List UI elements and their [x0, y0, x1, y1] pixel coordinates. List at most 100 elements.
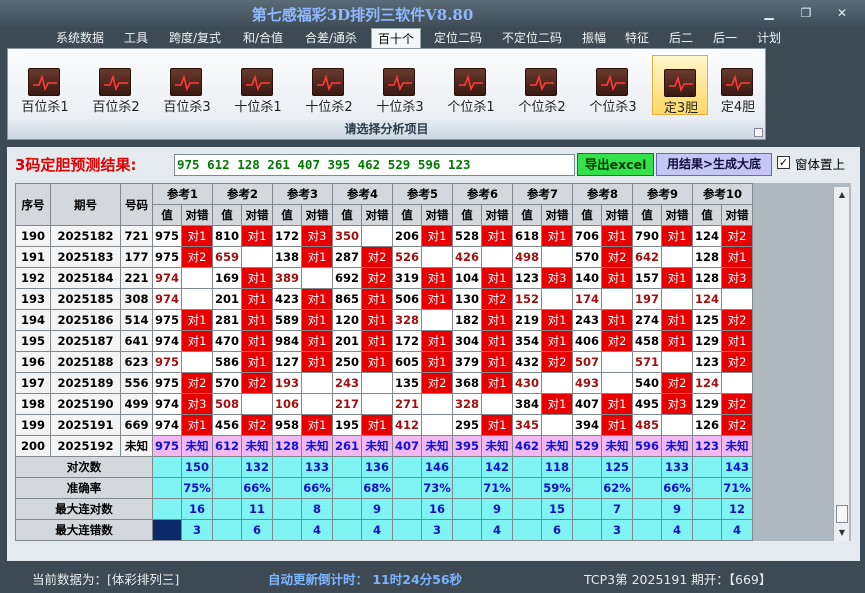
scroll-down-icon[interactable]: ▼ [834, 525, 850, 541]
menu-system-data[interactable]: 系统数据 [50, 28, 110, 48]
scroll-up-icon[interactable]: ▲ [834, 187, 850, 203]
result-cell [301, 372, 333, 394]
pending-row[interactable]: 200 2025192 未知 975 未知 612 未知 128 未知 261 未知 407 未知 395… [15, 435, 753, 457]
menu-amplitude[interactable]: 振幅 [576, 28, 612, 48]
result-cell: 未知 [601, 435, 633, 457]
row-seq: 194 [15, 309, 51, 331]
result-field[interactable]: 975 612 128 261 407 395 462 529 596 123 [174, 154, 575, 176]
value-cell: 197 [632, 288, 662, 310]
stat-spacer [392, 498, 422, 520]
value-cell: 407 [392, 435, 422, 457]
menu-back-one[interactable]: 后一 [707, 28, 743, 48]
result-cell: 对1 [481, 267, 513, 289]
minimize-icon[interactable]: ▁ [758, 4, 780, 22]
result-cell: 对1 [601, 414, 633, 436]
menu-nonpos-two[interactable]: 不定位二码 [495, 28, 569, 48]
ribbon-button[interactable]: 百位杀3 [159, 55, 215, 115]
restore-icon[interactable]: ❐ [795, 4, 817, 22]
col-correct: 对错 [661, 204, 693, 226]
table-row[interactable]: 195 2025187 641 974 对1 470 对1 984 对1 201 对1 172 对1 30… [15, 330, 753, 352]
value-cell: 529 [572, 435, 602, 457]
ribbon-button[interactable]: 十位杀1 [230, 55, 286, 115]
stat-spacer [512, 519, 542, 541]
result-cell: 未知 [661, 435, 693, 457]
chart-icon [596, 68, 628, 96]
result-cell: 对1 [241, 267, 273, 289]
ribbon-button-label: 个位杀1 [447, 100, 495, 115]
stat-spacer [332, 498, 362, 520]
result-cell [721, 288, 753, 310]
table-row[interactable]: 190 2025182 721 975 对1 810 对1 172 对3 350 206 对1 528 对… [15, 225, 753, 247]
row-seq: 200 [15, 435, 51, 457]
ribbon-button[interactable]: 十位杀2 [301, 55, 357, 115]
ribbon-button-label: 个位杀2 [518, 100, 566, 115]
result-label: 3码定胆预测结果: [15, 156, 137, 174]
menu-span[interactable]: 跨度/复式 [162, 28, 228, 48]
result-cell: 对1 [361, 330, 393, 352]
table-row[interactable]: 191 2025183 177 975 对2 659 138 对1 287 对2 526 426 498… [15, 246, 753, 268]
value-cell: 140 [572, 267, 602, 289]
table-row[interactable]: 199 2025191 669 974 对1 456 对2 958 对1 195 对1 412 295 对… [15, 414, 753, 436]
ribbon-button[interactable]: 百位杀1 [17, 55, 73, 115]
menu-sum[interactable]: 和/合值 [236, 28, 290, 48]
table-row[interactable]: 197 2025189 556 975 对2 570 对2 193 243 135 对2 368 对1 4… [15, 372, 753, 394]
stat-spacer [152, 519, 182, 541]
menu-back-two[interactable]: 后二 [663, 28, 699, 48]
scroll-thumb[interactable] [836, 505, 848, 523]
ribbon-button[interactable]: 百位杀2 [88, 55, 144, 115]
table-row[interactable]: 194 2025186 514 975 对1 281 对1 589 对1 120 对1 328 182 对… [15, 309, 753, 331]
value-cell: 169 [212, 267, 242, 289]
menu-plan[interactable]: 计划 [751, 28, 787, 48]
ribbon-button[interactable]: 个位杀2 [514, 55, 570, 115]
chart-icon [99, 68, 131, 96]
ribbon-button[interactable]: 定3胆 [652, 55, 708, 116]
col-group-header: 参考7 [512, 183, 573, 205]
result-cell: 对1 [481, 372, 513, 394]
menu-position[interactable]: 百十个 [371, 28, 421, 48]
vertical-scrollbar[interactable]: ▲ ▼ [833, 187, 849, 541]
stat-value: 11 [241, 498, 273, 520]
result-cell: 对2 [661, 372, 693, 394]
table-row[interactable]: 192 2025184 221 974 169 对1 389 692 对2 319 对1 104 对1 1… [15, 267, 753, 289]
menu-diff[interactable]: 合差/通杀 [297, 28, 365, 48]
export-excel-button[interactable]: 导出excel [577, 153, 654, 176]
col-correct: 对错 [601, 204, 633, 226]
ribbon-button[interactable]: 定4胆 [710, 55, 766, 115]
stat-row: 对次数 150 132 133 136 146 142 118 125 133 143 [15, 456, 753, 478]
row-number: 177 [120, 246, 153, 268]
col-value: 值 [212, 204, 242, 226]
menu-pos-two[interactable]: 定位二码 [428, 28, 488, 48]
col-value: 值 [392, 204, 422, 226]
result-cell: 对1 [421, 351, 453, 373]
table-row[interactable]: 198 2025190 499 974 对3 508 106 217 271 328 384 对1 40… [15, 393, 753, 415]
col-group-header: 参考3 [272, 183, 333, 205]
row-number: 499 [120, 393, 153, 415]
value-cell: 406 [572, 330, 602, 352]
value-cell: 528 [452, 225, 482, 247]
stat-value: 136 [361, 456, 393, 478]
generate-base-button[interactable]: 用结果>生成大底 [656, 153, 772, 176]
stat-value: 73% [421, 477, 453, 499]
stat-spacer [272, 498, 302, 520]
value-cell: 596 [632, 435, 662, 457]
ribbon-button[interactable]: 个位杀3 [585, 55, 641, 115]
dialog-launcher-icon[interactable] [754, 128, 763, 137]
menu-tools[interactable]: 工具 [118, 28, 154, 48]
ribbon-button[interactable]: 十位杀3 [372, 55, 428, 115]
result-cell [421, 414, 453, 436]
row-number: 623 [120, 351, 153, 373]
col-group-header: 参考9 [632, 183, 693, 205]
col-value: 值 [572, 204, 602, 226]
menu-feature[interactable]: 特征 [619, 28, 655, 48]
row-number: 669 [120, 414, 153, 436]
ribbon-button[interactable]: 个位杀1 [443, 55, 499, 115]
row-number: 556 [120, 372, 153, 394]
result-cell: 对1 [481, 309, 513, 331]
close-icon[interactable]: ✕ [827, 4, 857, 22]
value-cell: 271 [392, 393, 422, 415]
ontop-checkbox[interactable]: ✓ [777, 156, 790, 169]
table-row[interactable]: 193 2025185 308 974 201 对1 423 对1 865 对1 506 对1 130 对… [15, 288, 753, 310]
table-row[interactable]: 196 2025188 623 975 586 对1 127 对1 250 对1 605 对1 379 对… [15, 351, 753, 373]
value-cell: 379 [452, 351, 482, 373]
ribbon-panel: 百位杀1 百位杀2 百位杀3 十位杀1 十位杀2 十位杀3 个位杀1 个位杀2 个位杀3 定3胆 定… [7, 48, 766, 140]
